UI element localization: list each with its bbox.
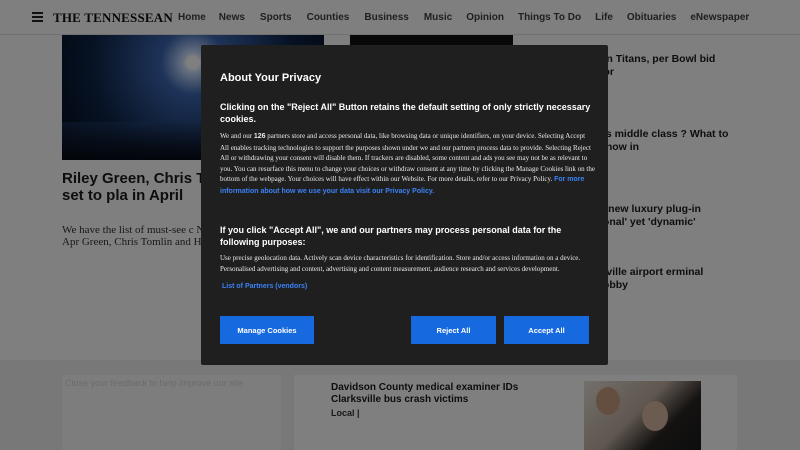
reject-all-button[interactable]: Reject All <box>411 316 496 344</box>
purposes-text: Use precise geolocation data. Actively s… <box>220 254 581 273</box>
privacy-dialog: About Your Privacy Clicking on the "Reje… <box>201 45 608 365</box>
partners-list-link[interactable]: List of Partners (vendors) <box>222 283 307 290</box>
accept-all-button[interactable]: Accept All <box>504 316 589 344</box>
accept-info-heading: If you click "Accept All", we and our pa… <box>220 225 562 247</box>
reject-info-heading: Clicking on the "Reject All" Button reta… <box>220 102 591 124</box>
manage-cookies-button[interactable]: Manage Cookies <box>220 316 314 344</box>
consent-details: We and our 126 partners store and access… <box>220 132 595 195</box>
dialog-title: About Your Privacy <box>220 72 322 84</box>
